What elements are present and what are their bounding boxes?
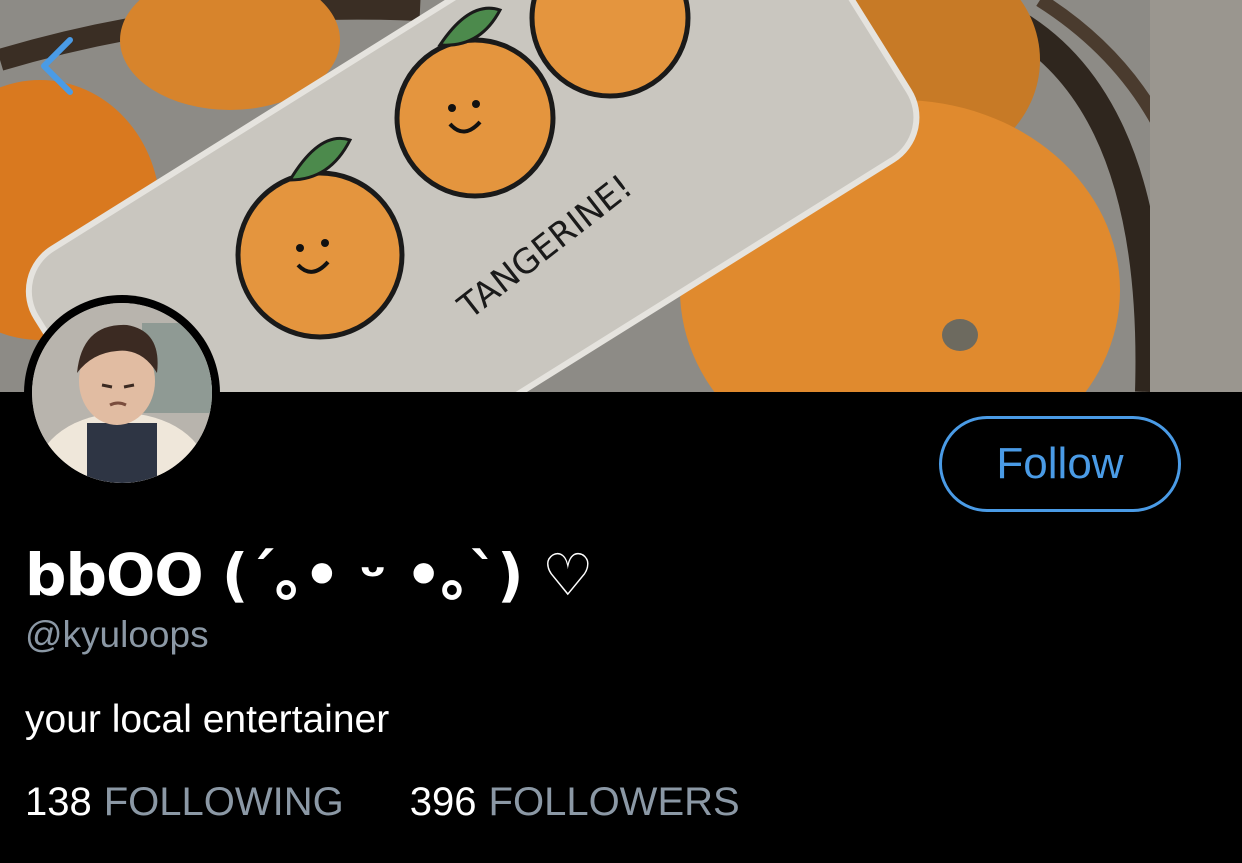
following-label: FOLLOWING — [103, 780, 344, 824]
followers-label: FOLLOWERS — [488, 780, 740, 824]
back-button[interactable] — [30, 30, 90, 100]
profile-bio: your local entertainer — [25, 698, 390, 741]
followers-count: 396 — [409, 780, 477, 824]
username-handle: @kyuloops — [25, 614, 209, 655]
following-stat[interactable]: 138 FOLLOWING — [25, 780, 344, 825]
profile-avatar[interactable] — [24, 295, 220, 491]
following-count: 138 — [25, 780, 92, 824]
followers-stat[interactable]: 396 FOLLOWERS — [410, 780, 740, 825]
follow-button[interactable]: Follow — [939, 416, 1181, 512]
display-name: bbOO (´｡• ᵕ •｡`) ♡ — [25, 541, 594, 609]
chevron-left-icon — [41, 37, 73, 95]
profile-stats: 138 FOLLOWING 396 FOLLOWERS — [25, 780, 806, 825]
